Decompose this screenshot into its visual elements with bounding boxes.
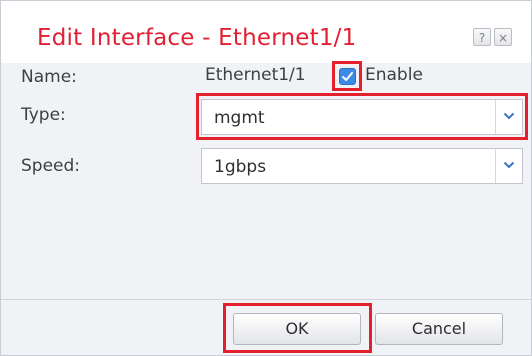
type-label: Type: bbox=[21, 105, 66, 125]
type-select[interactable]: mgmt bbox=[201, 99, 523, 135]
ok-button[interactable]: OK bbox=[233, 313, 361, 345]
dialog-titlebar: Edit Interface - Ethernet1/1 ? × bbox=[1, 1, 531, 63]
speed-label: Speed: bbox=[21, 156, 81, 176]
chevron-down-icon bbox=[503, 161, 515, 169]
checkmark-icon bbox=[342, 72, 353, 81]
close-icon[interactable]: × bbox=[494, 28, 512, 46]
enable-label: Enable bbox=[365, 65, 423, 85]
edit-interface-dialog: Edit Interface - Ethernet1/1 ? × Name: E… bbox=[0, 0, 532, 356]
cancel-button[interactable]: Cancel bbox=[375, 313, 503, 345]
speed-dropdown-button[interactable] bbox=[495, 149, 522, 183]
type-dropdown-button[interactable] bbox=[495, 100, 522, 134]
help-icon[interactable]: ? bbox=[473, 28, 491, 46]
type-select-value: mgmt bbox=[214, 108, 265, 128]
name-value: Ethernet1/1 bbox=[205, 65, 306, 85]
dialog-title: Edit Interface - Ethernet1/1 bbox=[37, 25, 357, 51]
speed-select-value: 1gbps bbox=[214, 157, 267, 177]
enable-checkbox[interactable] bbox=[339, 68, 356, 85]
speed-select[interactable]: 1gbps bbox=[201, 148, 523, 184]
name-label: Name: bbox=[21, 67, 77, 87]
chevron-down-icon bbox=[503, 112, 515, 120]
footer-divider bbox=[1, 299, 531, 300]
